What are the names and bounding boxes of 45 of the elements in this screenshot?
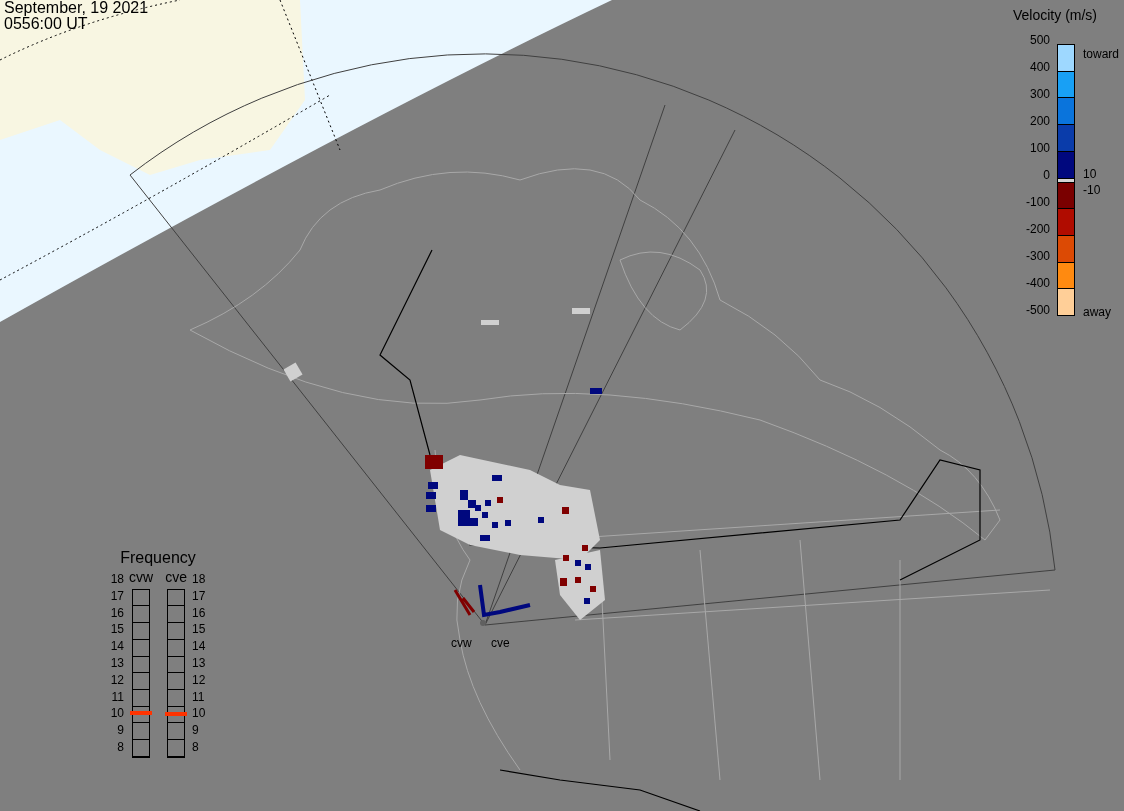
- frequency-tick: 14: [191, 640, 206, 656]
- frequency-tick: 11: [191, 690, 206, 706]
- radar-label: cvw: [129, 568, 154, 585]
- tick-label: 500: [1028, 33, 1050, 49]
- frequency-tick: 17: [110, 589, 125, 605]
- frequency-tick: 13: [110, 657, 125, 672]
- frequency-tick: 15: [191, 623, 206, 639]
- frequency-tick: 9: [191, 724, 200, 740]
- frequency-tick: 12: [191, 673, 206, 689]
- tick-label: -300: [1024, 249, 1050, 265]
- frequency-tick: 18: [191, 573, 206, 588]
- frequency-tick: 8: [116, 740, 125, 756]
- frequency-tick: 14: [110, 640, 125, 656]
- plot-date: September, 19 2021: [4, 0, 149, 16]
- frequency-tick: 15: [110, 623, 125, 639]
- frequency-tick: 10: [110, 707, 125, 723]
- plot-time: 0556:00 UT: [4, 16, 89, 32]
- frequency-tick: 10: [191, 707, 206, 723]
- frequency-tick: 13: [191, 657, 206, 672]
- frequency-tick: 9: [116, 724, 125, 740]
- side-label: toward: [1083, 46, 1120, 63]
- frequency-tick: 16: [110, 606, 125, 622]
- radar-site-label: cve: [491, 635, 510, 652]
- tick-label: -200: [1024, 222, 1050, 238]
- frequency-tick: 11: [110, 690, 125, 706]
- radar-site-label: cvw: [451, 635, 472, 652]
- radar-label: cve: [165, 568, 187, 585]
- frequency-tick: 18: [110, 573, 125, 588]
- side-label: -10: [1083, 182, 1101, 199]
- side-label: 10: [1083, 166, 1097, 183]
- tick-label: 300: [1028, 87, 1050, 103]
- tick-label: -400: [1024, 276, 1050, 292]
- frequency-tick: 16: [191, 606, 206, 622]
- tick-label: 400: [1028, 60, 1050, 76]
- tick-label: 200: [1028, 114, 1050, 130]
- tick-label: 0: [1042, 168, 1050, 184]
- tick-label: -100: [1024, 195, 1050, 211]
- legend-title: Velocity (m/s): [1013, 6, 1097, 25]
- frequency-tick: 12: [110, 673, 125, 689]
- frequency-tick: 17: [191, 589, 206, 605]
- side-label: away: [1083, 304, 1111, 321]
- frequency-title: Frequency: [120, 548, 196, 568]
- frequency-tick: 8: [191, 740, 200, 756]
- tick-label: 100: [1028, 141, 1050, 157]
- tick-label: -500: [1024, 303, 1050, 319]
